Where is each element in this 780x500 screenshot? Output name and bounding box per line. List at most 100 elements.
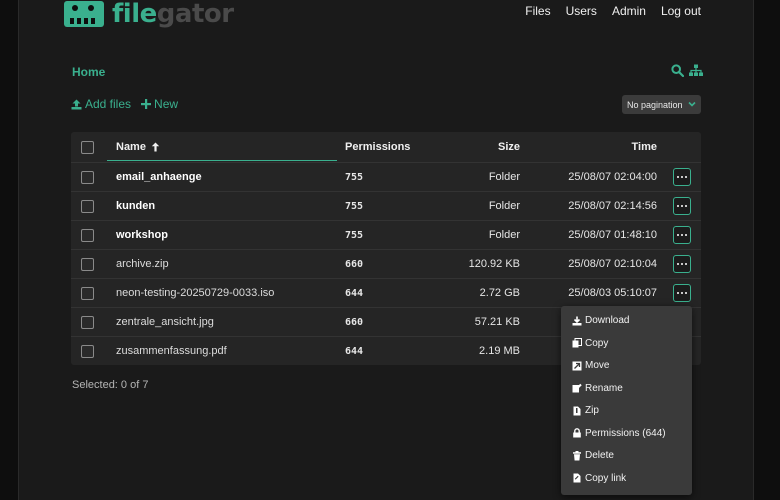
add-files-label: Add files (85, 97, 132, 111)
upload-icon (71, 99, 82, 109)
menu-item-zip[interactable]: Zip (572, 405, 599, 416)
breadcrumb-home[interactable]: Home (72, 65, 105, 79)
more-horizontal-icon (676, 205, 688, 207)
row-checkbox[interactable] (81, 171, 94, 184)
sitemap-icon[interactable] (689, 64, 703, 77)
top-navbar: filegator Files Users Admin Log out (0, 0, 780, 30)
column-name[interactable]: Name (116, 141, 160, 153)
row-checkbox[interactable] (81, 316, 94, 329)
move-icon (572, 361, 582, 370)
menu-item-label: Download (585, 315, 630, 326)
new-label: New (154, 97, 179, 111)
file-size: Folder (488, 200, 520, 212)
file-name[interactable]: zentrale_ansicht.jpg (116, 316, 214, 328)
file-permissions[interactable]: 644 (345, 346, 363, 357)
nav-files[interactable]: Files (525, 4, 550, 18)
menu-item-permissions-644[interactable]: Permissions (644) (572, 428, 666, 439)
file-permissions[interactable]: 660 (345, 317, 363, 328)
lock-icon (573, 428, 581, 438)
file-size: 120.92 KB (468, 258, 520, 270)
menu-item-delete[interactable]: Delete (572, 450, 614, 461)
nav-users[interactable]: Users (566, 4, 597, 18)
breadcrumb-tools (671, 64, 703, 77)
more-horizontal-icon (676, 176, 688, 178)
row-checkbox[interactable] (81, 229, 94, 242)
menu-item-label: Move (585, 360, 610, 371)
file-size: 57.21 KB (474, 316, 520, 328)
row-actions-button[interactable] (673, 284, 691, 302)
menu-item-label: Delete (585, 450, 614, 461)
nav-logout[interactable]: Log out (661, 4, 701, 18)
link-copy-icon (573, 473, 581, 483)
file-name[interactable]: workshop (116, 229, 168, 241)
sort-indicator (107, 160, 337, 161)
selection-count: Selected: 0 of 7 (72, 379, 149, 391)
nav-links: Files Users Admin Log out (510, 4, 701, 18)
file-name[interactable]: neon-testing-20250729-0033.iso (116, 287, 274, 299)
menu-item-label: Zip (585, 405, 599, 416)
file-size: Folder (488, 171, 520, 183)
file-permissions[interactable]: 755 (345, 172, 363, 183)
file-size: 2.19 MB (479, 345, 520, 357)
menu-item-copy[interactable]: Copy (572, 338, 608, 349)
file-size: 2.72 GB (479, 287, 520, 299)
menu-item-label: Rename (585, 382, 623, 394)
file-permissions[interactable]: 660 (345, 259, 363, 270)
column-size[interactable]: Size (498, 141, 520, 153)
arrow-up-icon (151, 142, 160, 152)
column-time[interactable]: Time (632, 141, 657, 153)
menu-item-label: Permissions (644) (585, 427, 666, 439)
file-name[interactable]: email_anhaenge (116, 171, 202, 183)
file-size: Folder (488, 229, 520, 241)
table-row[interactable]: neon-testing-20250729-0033.iso 644 2.72 … (71, 278, 701, 307)
search-icon[interactable] (671, 64, 684, 77)
file-permissions[interactable]: 644 (345, 288, 363, 299)
nav-admin[interactable]: Admin (612, 4, 646, 18)
row-checkbox[interactable] (81, 345, 94, 358)
row-actions-button[interactable] (673, 168, 691, 186)
row-checkbox[interactable] (81, 287, 94, 300)
file-time: 25/08/07 01:48:10 (568, 229, 657, 241)
context-menu: Download Copy Move Rename Zip Permissions (64… (561, 306, 692, 495)
menu-item-label: Copy (585, 337, 609, 349)
file-permissions[interactable]: 755 (345, 230, 363, 241)
menu-item-download[interactable]: Download (572, 315, 629, 326)
table-row[interactable]: workshop 755 Folder 25/08/07 01:48:10 (71, 220, 701, 249)
pagination-select[interactable]: No pagination (622, 95, 701, 114)
more-horizontal-icon (676, 263, 688, 265)
more-horizontal-icon (676, 292, 688, 294)
app-logo[interactable]: filegator (64, 0, 234, 28)
row-checkbox[interactable] (81, 200, 94, 213)
file-name[interactable]: archive.zip (116, 258, 169, 270)
row-actions-button[interactable] (673, 255, 691, 273)
table-row[interactable]: email_anhaenge 755 Folder 25/08/07 02:04… (71, 162, 701, 191)
table-row[interactable]: archive.zip 660 120.92 KB 25/08/07 02:10… (71, 249, 701, 278)
column-permissions[interactable]: Permissions (345, 141, 410, 153)
pagination-value: No pagination (627, 99, 683, 110)
menu-item-rename[interactable]: Rename (572, 383, 623, 394)
add-files-button[interactable]: Add files (71, 97, 131, 111)
file-name[interactable]: kunden (116, 200, 155, 212)
more-horizontal-icon (676, 234, 688, 236)
file-name[interactable]: zusammenfassung.pdf (116, 345, 227, 357)
logo-text: filegator (112, 0, 234, 29)
trash-icon (573, 450, 581, 460)
row-actions-button[interactable] (673, 197, 691, 215)
file-permissions[interactable]: 755 (345, 201, 363, 212)
file-time: 25/08/07 02:04:00 (568, 171, 657, 183)
row-checkbox[interactable] (81, 258, 94, 271)
download-icon (572, 316, 582, 325)
zip-icon (573, 406, 581, 415)
gator-logo-icon (64, 1, 104, 27)
row-actions-button[interactable] (673, 226, 691, 244)
plus-icon (141, 99, 152, 109)
menu-item-label: Copy link (585, 472, 627, 484)
copy-icon (572, 338, 582, 348)
table-row[interactable]: kunden 755 Folder 25/08/07 02:14:56 (71, 191, 701, 220)
menu-item-copy-link[interactable]: Copy link (572, 473, 626, 484)
select-all-checkbox[interactable] (81, 141, 94, 154)
new-button[interactable]: New (141, 97, 178, 111)
file-time: 25/08/07 02:14:56 (568, 200, 657, 212)
menu-item-move[interactable]: Move (572, 360, 609, 371)
toolbar-actions: Add files New (71, 97, 178, 111)
